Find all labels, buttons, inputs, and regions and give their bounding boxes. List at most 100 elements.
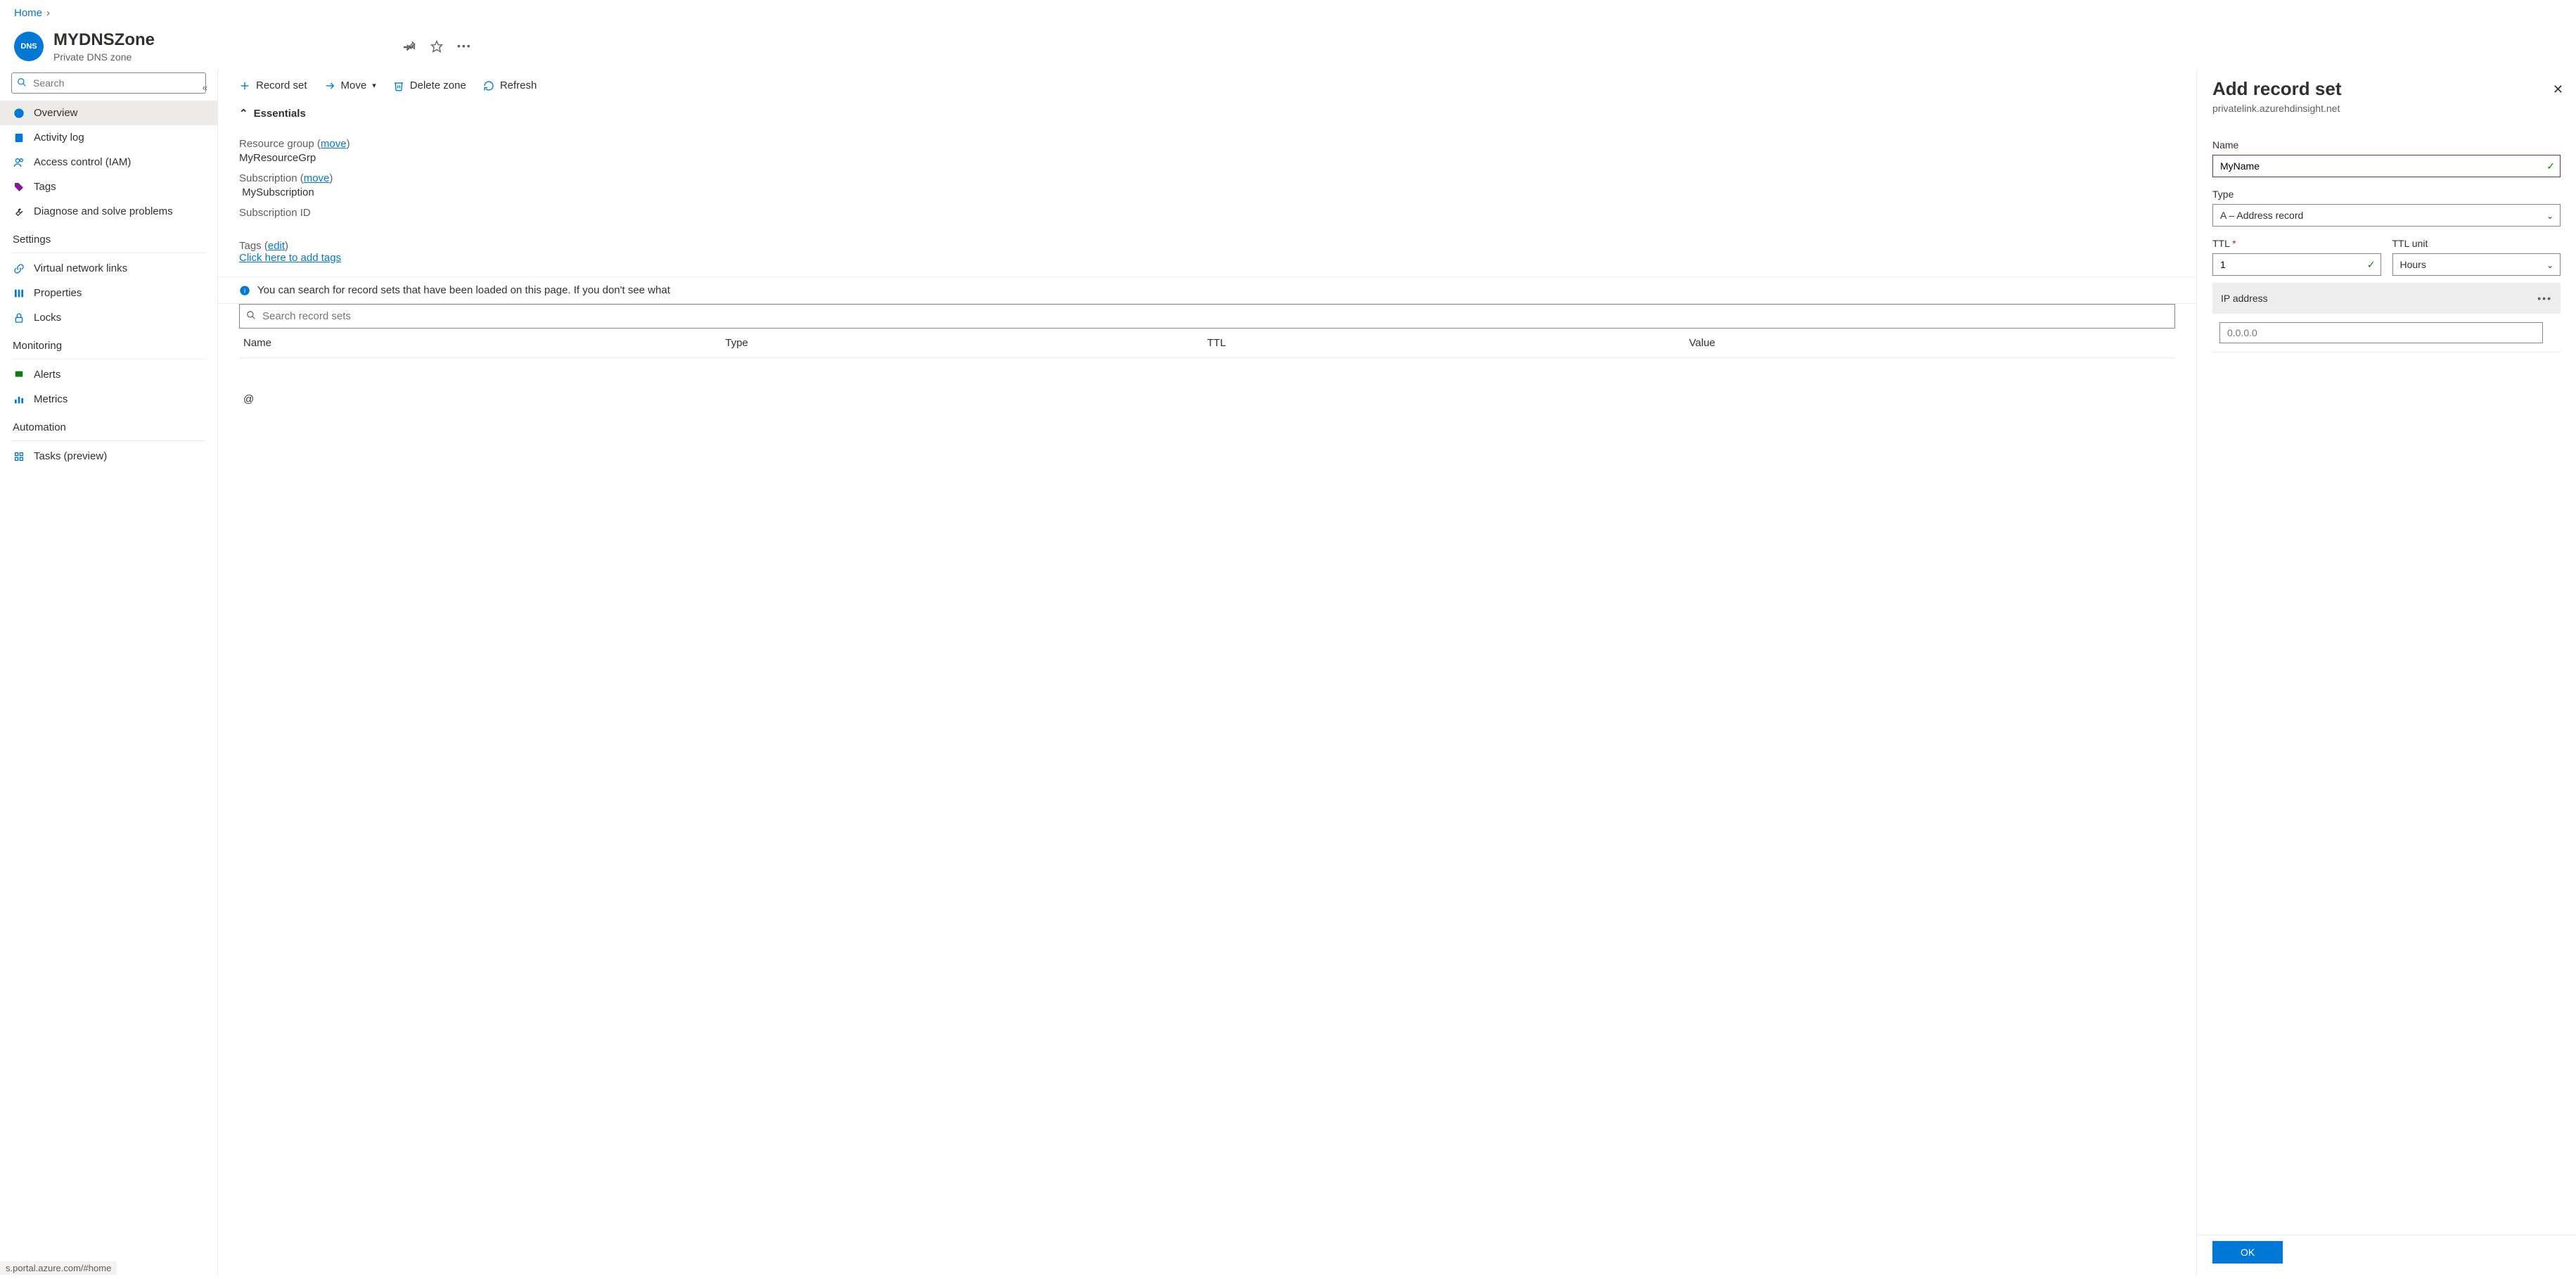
record-search-input[interactable] bbox=[239, 304, 2175, 329]
resource-group-move-link[interactable]: move bbox=[321, 138, 347, 150]
sidebar-item-label: Locks bbox=[34, 312, 61, 324]
arrow-right-icon bbox=[324, 80, 335, 91]
move-button[interactable]: Move ▾ bbox=[324, 79, 376, 91]
toolbar-label: Record set bbox=[256, 79, 307, 91]
sidebar-item-metrics[interactable]: Metrics bbox=[0, 387, 217, 412]
sidebar-item-tasks[interactable]: Tasks (preview) bbox=[0, 444, 217, 469]
sidebar-item-overview[interactable]: Overview bbox=[0, 101, 217, 125]
subscription-value: MySubscription bbox=[239, 186, 2175, 198]
page-header: DNS MYDNSZone Private DNS zone ••• bbox=[0, 26, 2576, 70]
add-tags-link[interactable]: Click here to add tags bbox=[239, 252, 341, 264]
sidebar-section-settings: Settings bbox=[0, 224, 217, 250]
table-row[interactable]: @ bbox=[239, 358, 2175, 414]
properties-icon bbox=[13, 288, 25, 299]
name-label: Name bbox=[2212, 139, 2561, 151]
pin-icon[interactable] bbox=[404, 40, 416, 53]
refresh-button[interactable]: Refresh bbox=[483, 79, 537, 91]
svg-text:i: i bbox=[244, 287, 245, 294]
name-input[interactable] bbox=[2212, 155, 2561, 177]
subscription-label: Subscription bbox=[239, 172, 297, 184]
sidebar: « Overview Activity log Access control (… bbox=[0, 70, 218, 1275]
essentials-toggle[interactable]: ⌃ Essentials bbox=[218, 101, 2196, 125]
chevron-right-icon: › bbox=[46, 7, 50, 19]
tasks-icon bbox=[13, 451, 25, 462]
sidebar-item-label: Properties bbox=[34, 287, 82, 299]
subscription-id-label: Subscription ID bbox=[239, 207, 2175, 219]
trash-icon bbox=[393, 80, 404, 91]
col-value[interactable]: Value bbox=[1689, 337, 2171, 349]
star-icon[interactable] bbox=[430, 40, 443, 53]
sidebar-item-tags[interactable]: Tags bbox=[0, 174, 217, 199]
log-icon bbox=[13, 132, 25, 144]
col-type[interactable]: Type bbox=[725, 337, 1207, 349]
sidebar-item-activity-log[interactable]: Activity log bbox=[0, 125, 217, 150]
sidebar-item-label: Tasks (preview) bbox=[34, 450, 107, 462]
more-icon[interactable]: ••• bbox=[457, 40, 472, 53]
ttl-unit-select[interactable]: Hours bbox=[2392, 253, 2561, 276]
sidebar-item-iam[interactable]: Access control (IAM) bbox=[0, 150, 217, 174]
cell-name: @ bbox=[243, 393, 725, 405]
records-table: Name Type TTL Value @ bbox=[239, 329, 2175, 414]
status-url: s.portal.azure.com/#home bbox=[0, 1261, 117, 1275]
collapse-icon[interactable]: « bbox=[203, 82, 207, 93]
type-select[interactable]: A – Address record bbox=[2212, 204, 2561, 227]
tags-label: Tags bbox=[239, 240, 262, 252]
add-record-panel: ✕ Add record set privatelink.azurehdinsi… bbox=[2196, 70, 2576, 1275]
sidebar-item-label: Tags bbox=[34, 181, 56, 193]
tags-edit-link[interactable]: edit bbox=[268, 240, 285, 252]
toolbar: Record set Move ▾ Delete zone Refresh bbox=[218, 70, 2196, 101]
sidebar-item-label: Overview bbox=[34, 107, 78, 119]
required-icon: * bbox=[2232, 238, 2236, 249]
essentials-header: Essentials bbox=[254, 108, 306, 120]
sidebar-item-diagnose[interactable]: Diagnose and solve problems bbox=[0, 199, 217, 224]
resource-group-label: Resource group bbox=[239, 138, 314, 150]
resource-group-value: MyResourceGrp bbox=[239, 152, 2175, 164]
ip-address-input[interactable] bbox=[2219, 322, 2543, 343]
sidebar-section-monitoring: Monitoring bbox=[0, 330, 217, 356]
ttl-label: TTL bbox=[2212, 238, 2229, 249]
sidebar-item-label: Activity log bbox=[34, 132, 84, 144]
search-icon bbox=[17, 77, 27, 87]
sidebar-search-input[interactable] bbox=[11, 72, 206, 94]
link-icon bbox=[13, 263, 25, 274]
ok-button[interactable]: OK bbox=[2212, 1241, 2283, 1264]
divider bbox=[11, 440, 206, 441]
subscription-move-link[interactable]: move bbox=[304, 172, 330, 184]
add-record-set-button[interactable]: Record set bbox=[239, 79, 307, 91]
page-title: MYDNSZone bbox=[53, 30, 155, 50]
col-name[interactable]: Name bbox=[243, 337, 725, 349]
col-ttl[interactable]: TTL bbox=[1207, 337, 1689, 349]
chevron-up-icon: ⌃ bbox=[239, 107, 248, 120]
lock-icon bbox=[13, 312, 25, 324]
more-icon[interactable]: ••• bbox=[2537, 293, 2552, 304]
search-icon bbox=[246, 310, 256, 320]
sidebar-item-label: Metrics bbox=[34, 393, 68, 405]
toolbar-label: Refresh bbox=[500, 79, 537, 91]
panel-title: Add record set bbox=[2212, 78, 2561, 100]
page-subtitle: Private DNS zone bbox=[53, 51, 155, 63]
check-icon: ✓ bbox=[2546, 160, 2555, 172]
dns-zone-icon: DNS bbox=[14, 32, 44, 61]
info-icon: i bbox=[239, 285, 250, 296]
toolbar-label: Move bbox=[341, 79, 367, 91]
sidebar-item-alerts[interactable]: Alerts bbox=[0, 362, 217, 387]
main-content: Record set Move ▾ Delete zone Refresh ⌃ … bbox=[218, 70, 2196, 1275]
ttl-unit-label: TTL unit bbox=[2392, 238, 2561, 249]
essentials-block: Resource group (move) MyResourceGrp Subs… bbox=[218, 125, 2196, 276]
plus-icon bbox=[239, 80, 250, 91]
delete-zone-button[interactable]: Delete zone bbox=[393, 79, 466, 91]
info-bar: i You can search for record sets that ha… bbox=[218, 276, 2196, 304]
sidebar-item-locks[interactable]: Locks bbox=[0, 305, 217, 330]
people-icon bbox=[13, 157, 25, 168]
sidebar-item-properties[interactable]: Properties bbox=[0, 281, 217, 305]
info-text: You can search for record sets that have… bbox=[257, 284, 670, 296]
sidebar-item-label: Access control (IAM) bbox=[34, 156, 131, 168]
sidebar-item-vnl[interactable]: Virtual network links bbox=[0, 256, 217, 281]
check-icon: ✓ bbox=[2367, 259, 2376, 271]
sidebar-section-automation: Automation bbox=[0, 412, 217, 438]
type-label: Type bbox=[2212, 189, 2561, 200]
close-icon[interactable]: ✕ bbox=[2553, 82, 2563, 97]
breadcrumb-home[interactable]: Home bbox=[14, 7, 42, 19]
chevron-down-icon: ▾ bbox=[372, 81, 376, 90]
ttl-input[interactable] bbox=[2212, 253, 2381, 276]
